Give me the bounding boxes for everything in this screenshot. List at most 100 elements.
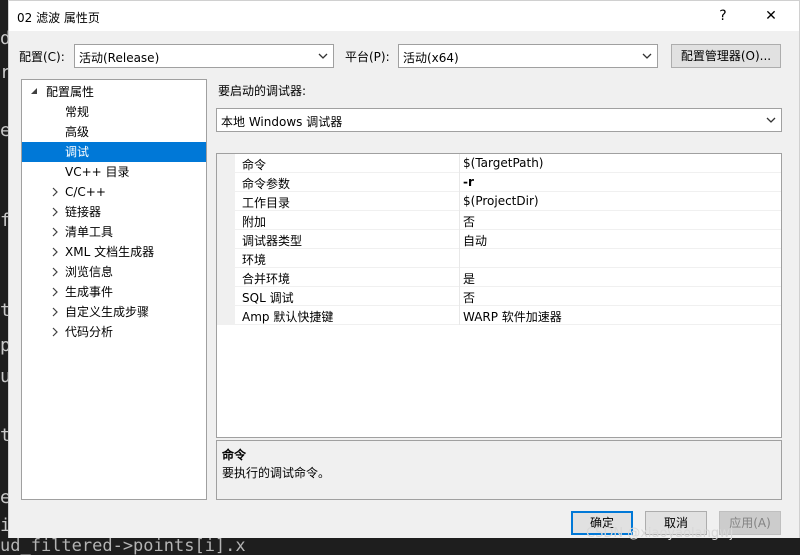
chevron-down-icon [642, 53, 652, 59]
property-value[interactable]: -r [463, 175, 474, 189]
window-title: 02 滤波 属性页 [17, 11, 100, 25]
tree-item-label: 代码分析 [65, 325, 114, 339]
column-divider [459, 287, 460, 306]
tree-item[interactable]: XML 文档生成器 [22, 242, 206, 262]
collapsed-arrow-icon[interactable] [50, 262, 60, 282]
tree-item-label: 常规 [65, 105, 90, 119]
tree-item[interactable]: 调试 [22, 142, 206, 162]
close-button[interactable]: ✕ [751, 3, 791, 29]
property-value[interactable]: 否 [463, 213, 475, 230]
property-value[interactable]: WARP 软件加速器 [463, 308, 562, 325]
config-dropdown[interactable]: 活动(Release) [74, 44, 334, 68]
tree-item-label: XML 文档生成器 [65, 245, 155, 259]
tree-item-label: 调试 [65, 145, 90, 159]
collapsed-arrow-icon[interactable] [50, 302, 60, 322]
column-divider [459, 192, 460, 211]
property-row[interactable]: 命令参数 -r [217, 173, 781, 192]
row-gutter [217, 173, 235, 192]
platform-dropdown[interactable]: 活动(x64) [398, 44, 658, 68]
tree-item[interactable]: 清单工具 [22, 222, 206, 242]
property-name: Amp 默认快捷键 [242, 310, 334, 324]
column-divider [459, 268, 460, 287]
collapsed-arrow-icon[interactable] [50, 282, 60, 302]
column-divider [459, 249, 460, 268]
property-name: 命令参数 [242, 177, 291, 191]
property-row[interactable]: Amp 默认快捷键 WARP 软件加速器 [217, 306, 781, 325]
config-value: 活动(Release) [79, 51, 160, 65]
column-divider [459, 173, 460, 192]
row-gutter [217, 154, 235, 173]
tree-item-label: 高级 [65, 125, 90, 139]
property-value[interactable]: 否 [463, 289, 475, 306]
watermark: CSDN @xiaoyaolangwj [586, 526, 734, 541]
debugger-label: 要启动的调试器: [218, 84, 307, 98]
property-row[interactable]: 命令 $(TargetPath) [217, 154, 781, 173]
tree-item-label: C/C++ [65, 185, 106, 199]
debugger-dropdown[interactable]: 本地 Windows 调试器 [216, 108, 782, 132]
property-value[interactable]: 是 [463, 270, 475, 287]
property-name: 环境 [242, 253, 267, 267]
collapsed-arrow-icon[interactable] [50, 242, 60, 262]
property-value[interactable]: 自动 [463, 232, 487, 249]
column-divider [459, 154, 460, 173]
tree-item[interactable]: 常规 [22, 102, 206, 122]
tree-item[interactable]: 高级 [22, 122, 206, 142]
tree-item[interactable]: 浏览信息 [22, 262, 206, 282]
property-name: 命令 [242, 158, 267, 172]
tree-item-label: 浏览信息 [65, 265, 114, 279]
tree-item[interactable]: 配置属性 [22, 82, 206, 102]
property-row[interactable]: 合并环境 是 [217, 268, 781, 287]
tree-item-label: VC++ 目录 [65, 165, 130, 179]
expanded-arrow-icon[interactable] [30, 82, 40, 102]
property-value[interactable]: $(ProjectDir) [463, 194, 539, 208]
property-name: 合并环境 [242, 272, 291, 286]
property-name: SQL 调试 [242, 291, 294, 305]
row-gutter [217, 287, 235, 306]
debugger-value: 本地 Windows 调试器 [221, 115, 343, 129]
collapsed-arrow-icon[interactable] [50, 222, 60, 242]
help-button[interactable]: ? [703, 3, 743, 29]
collapsed-arrow-icon[interactable] [50, 202, 60, 222]
property-row[interactable]: 调试器类型 自动 [217, 230, 781, 249]
property-pages-dialog: 02 滤波 属性页 ? ✕ 配置(C): 活动(Release) 平台(P): … [8, 0, 800, 545]
property-row[interactable]: SQL 调试 否 [217, 287, 781, 306]
tree-item-label: 自定义生成步骤 [65, 305, 150, 319]
config-manager-button[interactable]: 配置管理器(O)... [671, 44, 781, 68]
tree-item[interactable]: 自定义生成步骤 [22, 302, 206, 322]
tree-item-label: 生成事件 [65, 285, 114, 299]
collapsed-arrow-icon[interactable] [50, 182, 60, 202]
property-name: 调试器类型 [242, 234, 303, 248]
property-name: 附加 [242, 215, 267, 229]
chevron-down-icon [318, 53, 328, 59]
property-row[interactable]: 工作目录 $(ProjectDir) [217, 192, 781, 211]
tree-item[interactable]: 生成事件 [22, 282, 206, 302]
description-panel: 命令 要执行的调试命令。 [216, 440, 782, 500]
config-label: 配置(C): [19, 50, 65, 64]
property-tree: 配置属性常规高级调试 VC++ 目录 C/C++ 链接器清单工具 XML 文档生成器 浏览… [21, 79, 207, 500]
title-bar: 02 滤波 属性页 ? ✕ [9, 1, 799, 31]
property-grid: 命令 $(TargetPath) 命令参数 -r 工作目录 $(ProjectDir) 附加… [216, 153, 782, 438]
column-divider [459, 306, 460, 325]
tree-item[interactable]: C/C++ [22, 182, 206, 202]
column-divider [459, 230, 460, 249]
tree-item[interactable]: VC++ 目录 [22, 162, 206, 182]
property-name: 工作目录 [242, 196, 291, 210]
platform-label: 平台(P): [345, 50, 390, 64]
description-title: 命令 [222, 448, 247, 462]
tree-item-label: 配置属性 [46, 85, 95, 99]
column-divider [459, 211, 460, 230]
tree-item-label: 链接器 [65, 205, 102, 219]
row-gutter [217, 230, 235, 249]
property-value[interactable]: $(TargetPath) [463, 156, 543, 170]
row-gutter [217, 211, 235, 230]
row-gutter [217, 192, 235, 211]
description-text: 要执行的调试命令。 [222, 466, 331, 480]
collapsed-arrow-icon[interactable] [50, 322, 60, 342]
tree-item-label: 清单工具 [65, 225, 114, 239]
property-row[interactable]: 附加 否 [217, 211, 781, 230]
chevron-down-icon [766, 117, 776, 123]
tree-item[interactable]: 链接器 [22, 202, 206, 222]
row-gutter [217, 268, 235, 287]
property-row[interactable]: 环境 [217, 249, 781, 268]
tree-item[interactable]: 代码分析 [22, 322, 206, 342]
